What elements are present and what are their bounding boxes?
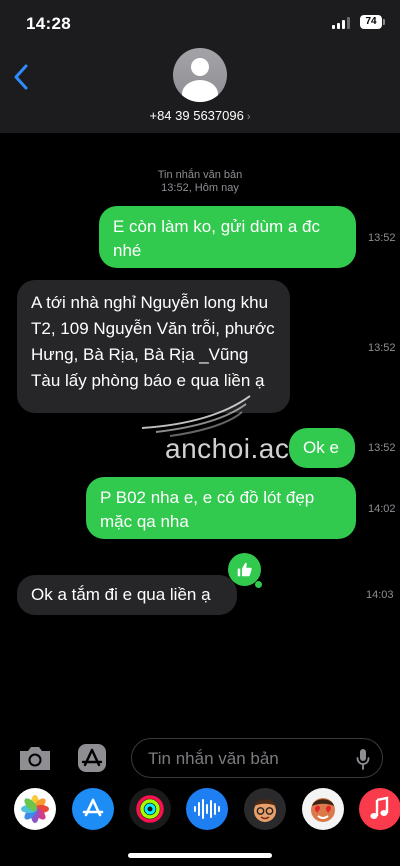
photos-icon — [21, 795, 49, 823]
status-bar: 14:28 74 — [0, 0, 400, 46]
cellular-signal-icon — [332, 17, 352, 29]
thumbs-up-icon — [237, 562, 252, 577]
memoji-icon — [254, 799, 276, 822]
message-timestamp: 14:02 — [368, 503, 396, 515]
message-bubble-sent[interactable]: P B02 nha e, e có đồ lót đẹp mặc qa nha — [86, 477, 356, 539]
apps-button[interactable] — [74, 743, 110, 773]
chevron-right-icon: › — [246, 111, 251, 123]
message-timestamp: 14:03 — [366, 589, 394, 601]
heart-eyes-sticker-icon — [311, 798, 335, 822]
activity-app-button[interactable] — [129, 788, 171, 830]
microphone-icon[interactable] — [356, 748, 370, 770]
message-input-field[interactable] — [131, 738, 383, 779]
camera-button[interactable] — [17, 743, 53, 773]
photos-app-button[interactable] — [14, 788, 56, 830]
phone-number-text: +84 39 5637096 — [149, 108, 244, 123]
message-bubble-received[interactable]: Ok a tắm đi e qua liền ạ — [17, 575, 237, 615]
app-store-app-button[interactable] — [72, 788, 114, 830]
watermark-swoosh-icon — [142, 395, 251, 437]
message-timestamp: 13:52 — [368, 442, 396, 454]
contact-phone-number[interactable]: +84 39 5637096 › — [0, 108, 400, 123]
activity-rings-icon — [136, 795, 164, 823]
message-timestamp: 13:52 — [368, 342, 396, 354]
person-icon — [191, 58, 209, 76]
message-bubble-sent[interactable]: Ok e — [289, 428, 355, 468]
app-store-icon — [78, 744, 106, 772]
audio-message-app-button[interactable] — [186, 788, 228, 830]
music-note-icon — [370, 796, 389, 819]
message-input[interactable] — [146, 739, 350, 779]
music-app-button[interactable] — [359, 788, 400, 830]
back-button[interactable] — [14, 64, 38, 90]
app-store-icon — [82, 798, 104, 817]
home-indicator[interactable] — [128, 853, 272, 858]
message-timestamp: 13:52 — [368, 232, 396, 244]
battery-level: 74 — [365, 16, 377, 27]
watermark-text: anchoi.ac — [165, 433, 290, 464]
contact-avatar[interactable] — [173, 48, 227, 102]
chevron-left-icon — [14, 64, 28, 90]
memoji-stickers-app-button[interactable] — [302, 788, 344, 830]
memoji-app-button[interactable] — [244, 788, 286, 830]
status-time: 14:28 — [26, 14, 71, 33]
conversation-datetime: 13:52, Hôm nay — [161, 182, 239, 194]
camera-icon — [20, 747, 50, 770]
waveform-icon — [194, 799, 220, 819]
message-bubble-sent[interactable]: E còn làm ko, gửi dùm a đc nhé — [99, 206, 356, 268]
message-service-label: Tin nhắn văn bản — [157, 169, 243, 181]
imessage-app-drawer — [0, 785, 400, 835]
battery-icon: 74 — [360, 15, 385, 29]
